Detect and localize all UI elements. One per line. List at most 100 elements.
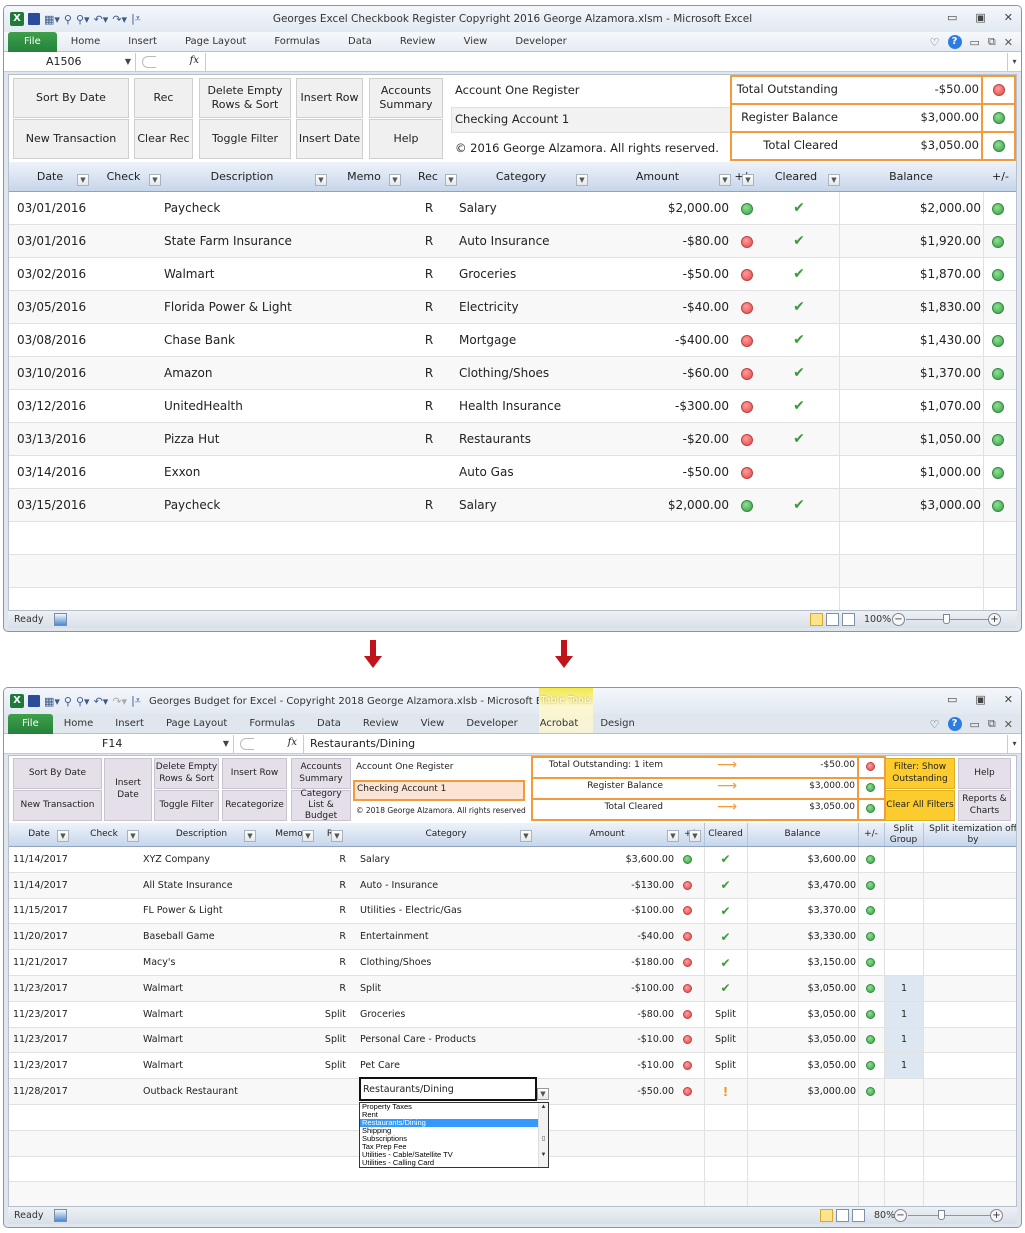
- page-break-view-icon[interactable]: [842, 613, 855, 626]
- save-icon[interactable]: [28, 695, 40, 707]
- date-cell[interactable]: 11/23/2017: [13, 976, 68, 1001]
- filter-dropdown-icon[interactable]: ▼: [576, 174, 588, 186]
- new-transaction-button[interactable]: New Transaction: [13, 119, 129, 159]
- insert-date-button[interactable]: Insert Date: [104, 758, 152, 821]
- date-cell[interactable]: 11/20/2017: [13, 924, 68, 949]
- description-cell[interactable]: Exxon: [164, 456, 200, 488]
- chevron-down-icon[interactable]: ▼: [125, 53, 131, 71]
- tab-review[interactable]: Review: [352, 714, 410, 734]
- date-cell[interactable]: 11/23/2017: [13, 1053, 68, 1078]
- date-cell[interactable]: 11/23/2017: [13, 1002, 68, 1027]
- checkmark-icon[interactable]: ✔: [704, 899, 747, 924]
- toggle-filter-button[interactable]: Toggle Filter: [154, 790, 219, 821]
- filter-dropdown-icon[interactable]: ▼: [302, 830, 314, 842]
- find-icon[interactable]: ⚲: [64, 695, 72, 708]
- tab-home[interactable]: Home: [53, 714, 105, 734]
- checkmark-icon[interactable]: ✔: [779, 291, 819, 323]
- tab-insert[interactable]: Insert: [104, 714, 155, 734]
- filter-dropdown-icon[interactable]: ▼: [667, 830, 679, 842]
- description-cell[interactable]: XYZ Company: [143, 847, 210, 872]
- amount-cell[interactable]: -$50.00: [609, 456, 729, 488]
- description-cell[interactable]: Outback Restaurant: [143, 1079, 238, 1104]
- tab-formulas[interactable]: Formulas: [238, 714, 306, 734]
- name-box[interactable]: F14 ▼: [4, 734, 234, 753]
- category-cell[interactable]: Restaurants: [459, 423, 531, 455]
- close-icon[interactable]: ✕: [1004, 693, 1013, 706]
- date-cell[interactable]: 03/13/2016: [17, 423, 86, 455]
- zoom-slider-thumb[interactable]: [938, 1210, 945, 1220]
- workbook-restore-icon[interactable]: ⧉: [988, 717, 996, 731]
- category-cell[interactable]: Groceries: [360, 1002, 405, 1027]
- chevron-down-icon[interactable]: ▼: [223, 735, 229, 753]
- workbook-minimize-icon[interactable]: ▭: [970, 36, 980, 49]
- checkmark-icon[interactable]: ✔: [779, 357, 819, 389]
- checkmark-icon[interactable]: ✔: [704, 924, 747, 949]
- rec-cell[interactable]: Split: [309, 1002, 346, 1027]
- close-icon[interactable]: ✕: [1004, 11, 1013, 24]
- customize-qat-icon[interactable]: |⩡: [131, 694, 141, 708]
- accounts-summary-button[interactable]: Accounts Summary: [291, 758, 351, 789]
- insert-function-icon[interactable]: fx: [190, 55, 199, 66]
- maximize-icon[interactable]: ▣: [975, 11, 985, 24]
- tab-page-layout[interactable]: Page Layout: [171, 32, 260, 52]
- description-cell[interactable]: Macy's: [143, 950, 175, 975]
- maximize-icon[interactable]: ▣: [975, 693, 985, 706]
- description-cell[interactable]: All State Insurance: [143, 873, 233, 898]
- description-cell[interactable]: UnitedHealth: [164, 390, 243, 422]
- description-cell[interactable]: Walmart: [143, 1053, 183, 1078]
- description-cell[interactable]: Walmart: [164, 258, 214, 290]
- zoom-slider-thumb[interactable]: [943, 614, 950, 624]
- description-cell[interactable]: Walmart: [143, 976, 183, 1001]
- checkmark-icon[interactable]: ✔: [779, 258, 819, 290]
- filter-dropdown-icon[interactable]: ▼: [77, 174, 89, 186]
- checkmark-icon[interactable]: ✔: [704, 847, 747, 872]
- category-list-budget-button[interactable]: Category List & Budget: [291, 789, 351, 821]
- macro-record-icon[interactable]: [54, 613, 67, 626]
- category-cell[interactable]: Groceries: [459, 258, 516, 290]
- tab-view[interactable]: View: [410, 714, 456, 734]
- tab-review[interactable]: Review: [386, 32, 450, 52]
- tab-developer[interactable]: Developer: [455, 714, 528, 734]
- zoom-out-icon[interactable]: −: [894, 1209, 907, 1222]
- tab-developer[interactable]: Developer: [501, 32, 580, 52]
- description-cell[interactable]: Paycheck: [164, 489, 220, 521]
- zoom-out-icon[interactable]: −: [892, 613, 905, 626]
- date-cell[interactable]: 03/01/2016: [17, 192, 86, 224]
- description-cell[interactable]: FL Power & Light: [143, 899, 223, 924]
- macro-record-icon[interactable]: [54, 1209, 67, 1222]
- description-cell[interactable]: Walmart: [143, 1028, 183, 1053]
- checkmark-icon[interactable]: ✔: [779, 324, 819, 356]
- help-button[interactable]: Help: [369, 119, 443, 159]
- category-dropdown-list[interactable]: Property Taxes Rent Restaurants/Dining Ship…: [359, 1102, 549, 1168]
- category-edit-cell[interactable]: Restaurants/Dining: [359, 1077, 537, 1101]
- filter-dropdown-icon[interactable]: ▼: [315, 174, 327, 186]
- date-cell[interactable]: 03/14/2016: [17, 456, 86, 488]
- zoom-slider[interactable]: [908, 1215, 990, 1216]
- insert-date-button[interactable]: Insert Date: [296, 119, 363, 159]
- rec-cell[interactable]: R: [414, 390, 444, 422]
- amount-cell[interactable]: $2,000.00: [609, 489, 729, 521]
- date-cell[interactable]: 03/10/2016: [17, 357, 86, 389]
- ribbon-minimize-icon[interactable]: ♡: [930, 36, 940, 49]
- filter-dropdown-icon[interactable]: ▼: [445, 174, 457, 186]
- category-cell[interactable]: Split: [360, 976, 381, 1001]
- checkmark-icon[interactable]: ✔: [779, 225, 819, 257]
- redo-icon[interactable]: ↷▾: [112, 695, 127, 708]
- date-cell[interactable]: 03/12/2016: [17, 390, 86, 422]
- delete-empty-rows-button[interactable]: Delete Empty Rows & Sort: [199, 78, 291, 118]
- clear-all-filters-button[interactable]: Clear All Filters: [885, 790, 955, 821]
- rec-cell[interactable]: R: [309, 924, 346, 949]
- amount-cell[interactable]: -$40.00: [549, 924, 674, 949]
- rec-cell[interactable]: Split: [309, 1053, 346, 1078]
- cleared-cell[interactable]: Split: [704, 1002, 747, 1027]
- clear-rec-button[interactable]: Clear Rec: [134, 119, 193, 159]
- rec-cell[interactable]: [414, 456, 444, 488]
- category-cell[interactable]: Salary: [459, 489, 497, 521]
- help-icon[interactable]: ?: [947, 35, 962, 49]
- amount-cell[interactable]: -$100.00: [549, 899, 674, 924]
- description-cell[interactable]: Florida Power & Light: [164, 291, 292, 323]
- amount-cell[interactable]: -$40.00: [609, 291, 729, 323]
- description-cell[interactable]: Walmart: [143, 1002, 183, 1027]
- warning-icon[interactable]: !: [704, 1079, 747, 1104]
- new-transaction-button[interactable]: New Transaction: [13, 790, 102, 821]
